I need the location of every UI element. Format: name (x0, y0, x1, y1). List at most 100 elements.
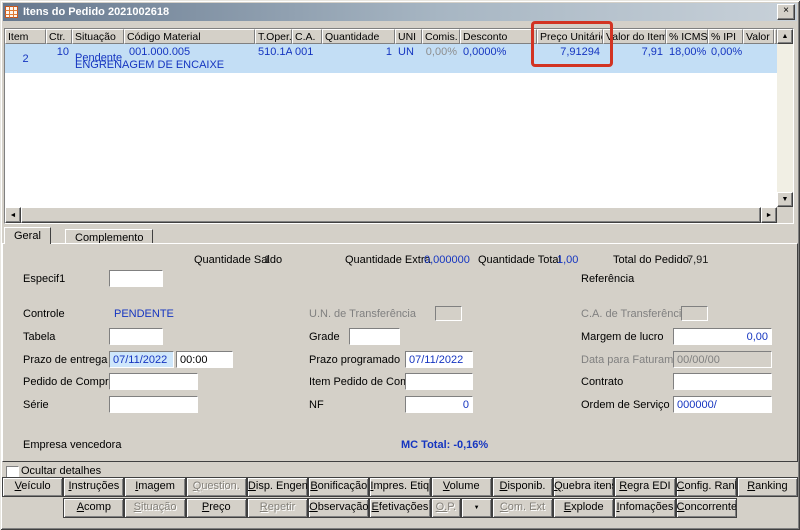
explode-button[interactable]: Explode (553, 498, 615, 518)
scroll-left-button[interactable]: ◄ (5, 207, 21, 223)
prazo-entrega-input[interactable] (109, 351, 174, 368)
especif1-input[interactable] (109, 270, 163, 287)
disponib-button[interactable]: Disponib. (491, 477, 554, 497)
column-header-quantidade[interactable]: Quantidade (322, 29, 395, 44)
cell-codigo-material: 001.000.005 (129, 46, 191, 58)
com-ext-button[interactable]: Com. Ext (491, 498, 554, 518)
pedido-compra-label: Pedido de Compra (23, 376, 115, 388)
nf-input[interactable] (405, 396, 473, 413)
infomacoes-button[interactable]: Infomações (614, 498, 676, 518)
column-header-situacao[interactable]: Situação (72, 29, 124, 44)
prazo-programado-label: Prazo programado (309, 354, 401, 366)
tab-geral[interactable]: Geral (4, 227, 51, 244)
config-rank-button[interactable]: Config. Rank. (675, 477, 737, 497)
regra-edi-button[interactable]: Regra EDI (614, 477, 676, 497)
app-icon (5, 5, 19, 19)
scroll-right-button[interactable]: ► (761, 207, 777, 223)
preco-button[interactable]: Preço (185, 498, 247, 518)
cell-ipi: 0,00% (711, 46, 743, 58)
ordem-servico-input[interactable] (673, 396, 772, 413)
column-header-codigo-material[interactable]: Código Material (124, 29, 255, 44)
tab-panel-geral: Quantidade Saldo 1 Quantidade Extra 0,00… (2, 243, 798, 462)
close-button[interactable]: × (777, 4, 795, 20)
horizontal-scrollbar[interactable]: ◄ ► (5, 207, 777, 223)
cell-icms: 18,00% (669, 46, 707, 58)
column-header-ipi[interactable]: % IPI (708, 29, 743, 44)
contrato-input[interactable] (673, 373, 772, 390)
button-bar-row2: Acomp Situação Preço Repetir Observação … (2, 498, 798, 518)
op-button[interactable]: O.P. (430, 498, 462, 518)
column-header-item[interactable]: Item (5, 29, 46, 44)
scroll-down-button[interactable]: ▼ (777, 192, 793, 207)
acomp-button[interactable]: Acomp (63, 498, 125, 518)
volume-button[interactable]: Volume (430, 477, 492, 497)
imagem-button[interactable]: Imagem (124, 477, 186, 497)
grid-body: 2 10 Pendente 001.000.005 510.1A 001 1 U… (5, 44, 777, 207)
instrucoes-button[interactable]: Instruções (63, 477, 125, 497)
serie-input[interactable] (109, 396, 198, 413)
column-header-desconto[interactable]: Desconto (460, 29, 537, 44)
column-header-valor-do-item[interactable]: Valor do Item (603, 29, 666, 44)
title-bar[interactable]: Itens do Pedido 2021002618 × (3, 3, 797, 21)
item-pedido-compra-input[interactable] (405, 373, 473, 390)
un-transferencia-input (435, 306, 462, 321)
pedido-compra-input[interactable] (109, 373, 198, 390)
prazo-entrega-hora-input[interactable] (176, 351, 233, 368)
serie-label: Série (23, 399, 49, 411)
data-faturamento-input (673, 351, 772, 368)
down-arrow-icon: ▼ (781, 196, 789, 203)
column-header-preco-unitario[interactable]: Preço Unitário (537, 29, 603, 44)
impres-etiq-button[interactable]: Impres. Etiq. (369, 477, 431, 497)
ranking-button[interactable]: Ranking (736, 477, 798, 497)
disp-engenh-button[interactable]: Disp. Engenh. (246, 477, 309, 497)
vertical-scrollbar[interactable]: ▲ ▼ (777, 29, 793, 207)
total-do-pedido-value: 7,91 (687, 254, 709, 266)
column-header-ctr[interactable]: Ctr. (46, 29, 72, 44)
prazo-programado-input[interactable] (405, 351, 473, 368)
button-row2-spacer-right (737, 498, 798, 518)
concorrente-button[interactable]: Concorrente (675, 498, 737, 518)
veiculo-button[interactable]: Veículo (2, 477, 64, 497)
scrollbar-corner (777, 207, 793, 223)
un-transferencia-label: U.N. de Transferência (309, 308, 416, 320)
close-icon: × (783, 5, 789, 16)
up-arrow-icon: ▲ (781, 33, 789, 40)
cell-comis: 0,00% (425, 46, 457, 58)
grade-input[interactable] (349, 328, 400, 345)
quebra-itens-button[interactable]: Quebra itens (553, 477, 615, 497)
contrato-label: Contrato (581, 376, 624, 388)
repetir-button[interactable]: Repetir (246, 498, 309, 518)
controle-label: Controle (23, 308, 65, 320)
mc-total-value: MC Total: -0,16% (401, 439, 489, 451)
question-button[interactable]: Question. (185, 477, 247, 497)
op-dropdown-button[interactable]: ▼ (461, 498, 492, 518)
nf-label: NF (309, 399, 324, 411)
quantidade-extra-value: 0,000000 (424, 254, 470, 266)
cell-descricao: ENGRENAGEM DE ENCAIXE (75, 59, 225, 71)
quantidade-saldo-value: 1 (264, 254, 271, 266)
situacao-button[interactable]: Situação (124, 498, 186, 518)
column-header-icms[interactable]: % ICMS (666, 29, 708, 44)
ordem-servico-label: Ordem de Serviço (581, 399, 670, 411)
cell-ctr: 10 (56, 46, 69, 58)
horizontal-scroll-thumb[interactable] (21, 207, 761, 223)
bonificacao-button[interactable]: Bonificação (308, 477, 370, 497)
column-header-comis[interactable]: Comis. (422, 29, 460, 44)
quantidade-extra-label: Quantidade Extra (345, 254, 431, 266)
dropdown-arrow-icon: ▼ (473, 505, 480, 511)
cell-valor-do-item: 7,91 (641, 46, 663, 58)
right-arrow-icon: ► (765, 211, 773, 219)
table-row-selected[interactable]: 2 10 Pendente 001.000.005 510.1A 001 1 U… (5, 44, 777, 73)
scroll-up-button[interactable]: ▲ (777, 29, 793, 44)
column-header-uni[interactable]: UNI (395, 29, 422, 44)
efetivacoes-button[interactable]: Efetivações (369, 498, 431, 518)
tab-complemento[interactable]: Complemento (65, 229, 154, 244)
tabela-input[interactable] (109, 328, 163, 345)
column-header-ca[interactable]: C.A. (292, 29, 322, 44)
controle-value: PENDENTE (114, 308, 174, 320)
column-header-t-oper[interactable]: T.Oper. (255, 29, 292, 44)
observacao-button[interactable]: Observação (308, 498, 370, 518)
column-header-valor-ipi[interactable]: Valor IPI (743, 29, 774, 44)
margem-lucro-input[interactable] (673, 328, 772, 345)
tab-geral-label: Geral (14, 230, 41, 242)
